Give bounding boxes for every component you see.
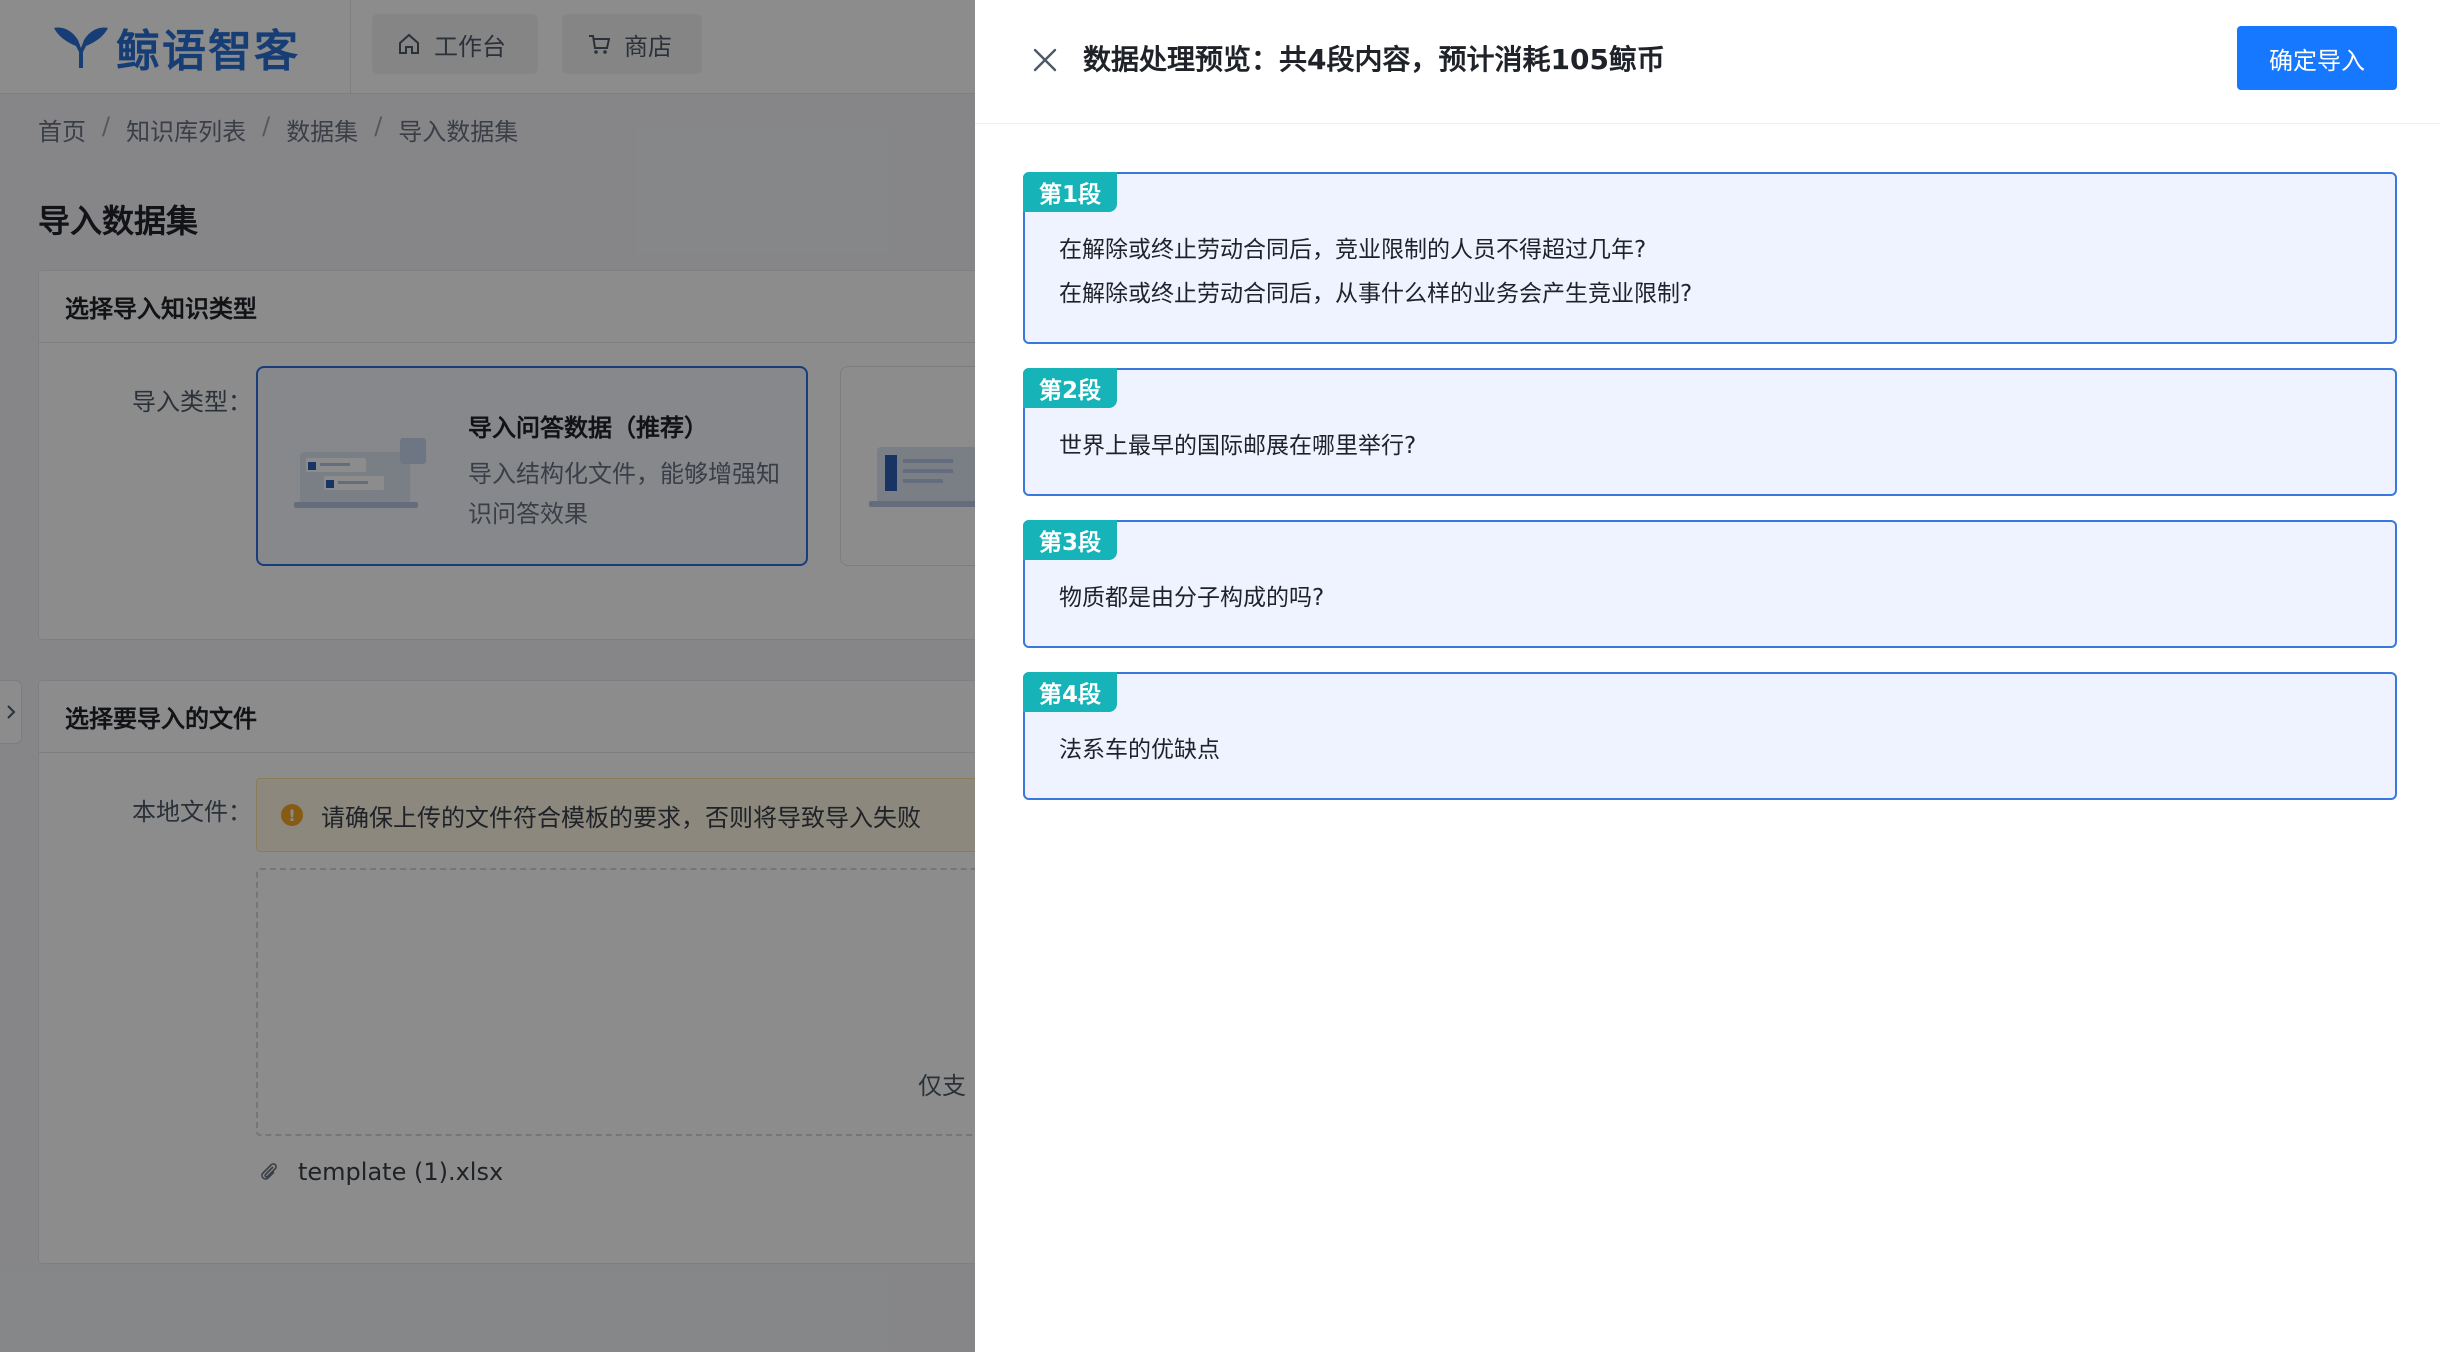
segment-tag: 第2段 [1023, 368, 1118, 408]
confirm-import-button[interactable]: 确定导入 [2237, 26, 2397, 90]
segment-tag: 第1段 [1023, 172, 1118, 212]
segment-tag: 第3段 [1023, 520, 1118, 560]
segment-content: 世界上最早的国际邮展在哪里举行? [1059, 424, 1416, 468]
segment-content: 在解除或终止劳动合同后，竞业限制的人员不得超过几年? 在解除或终止劳动合同后，从… [1059, 228, 1692, 316]
segment-content: 物质都是由分子构成的吗? [1059, 576, 1324, 620]
drawer-header: 数据处理预览：共4段内容，预计消耗105鲸币 确定导入 [975, 0, 2440, 124]
segment-card: 第1段 在解除或终止劳动合同后，竞业限制的人员不得超过几年? 在解除或终止劳动合… [1023, 172, 2397, 344]
segment-line: 在解除或终止劳动合同后，从事什么样的业务会产生竞业限制? [1059, 281, 1693, 307]
segment-card: 第3段 物质都是由分子构成的吗? [1023, 520, 2397, 648]
preview-drawer: 数据处理预览：共4段内容，预计消耗105鲸币 确定导入 第1段 在解除或终止劳动… [975, 0, 2440, 1352]
close-icon[interactable] [1027, 42, 1063, 78]
segment-line: 法系车的优缺点 [1059, 737, 1220, 763]
segment-card: 第2段 世界上最早的国际邮展在哪里举行? [1023, 368, 2397, 496]
segment-content: 法系车的优缺点 [1059, 728, 1220, 772]
segment-tag: 第4段 [1023, 672, 1118, 712]
drawer-title: 数据处理预览：共4段内容，预计消耗105鲸币 [1083, 43, 1665, 76]
segment-card: 第4段 法系车的优缺点 [1023, 672, 2397, 800]
segment-line: 世界上最早的国际邮展在哪里举行? [1059, 433, 1417, 459]
segment-line: 物质都是由分子构成的吗? [1059, 585, 1325, 611]
segment-line: 在解除或终止劳动合同后，竞业限制的人员不得超过几年? [1059, 237, 1647, 263]
